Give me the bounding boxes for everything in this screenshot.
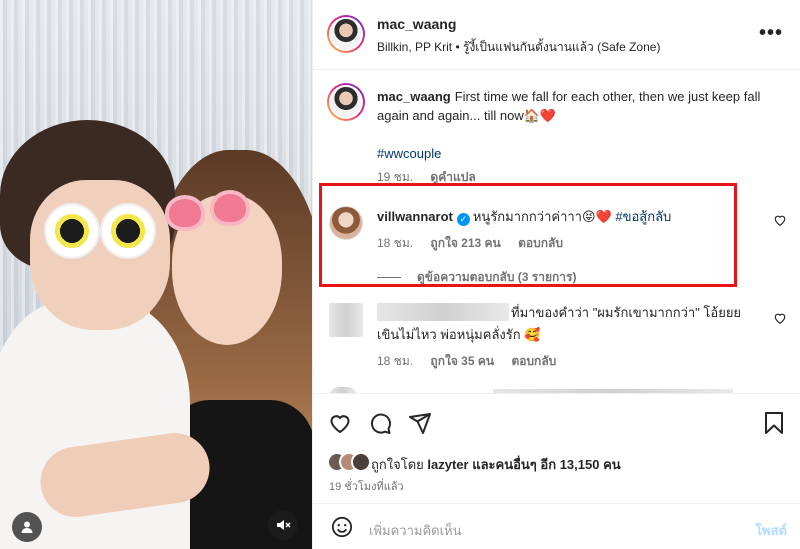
blurred-username bbox=[377, 303, 509, 321]
author-username[interactable]: mac_waang bbox=[377, 16, 456, 32]
daisy-glasses-left bbox=[46, 205, 98, 257]
comment-reply-button[interactable]: ตอบกลับ bbox=[511, 354, 556, 368]
paper-plane-icon bbox=[409, 413, 431, 434]
post-detail-panel: mac_waang Billkin, PP Krit • รู้งี้เป็นแ… bbox=[312, 0, 800, 549]
caption-avatar[interactable] bbox=[327, 83, 365, 121]
caption-hashtag[interactable]: #wwcouple bbox=[377, 144, 441, 163]
author-avatar[interactable] bbox=[327, 15, 365, 53]
comment-like-count[interactable]: ถูกใจ 35 คน bbox=[430, 354, 494, 368]
comment-text-line1: ที่มาของคำว่า "ผมรักเขามากกว่า" โอ้ยยย bbox=[511, 305, 742, 320]
mute-button[interactable] bbox=[268, 510, 298, 540]
user-tag-icon bbox=[21, 521, 33, 533]
post-header: mac_waang Billkin, PP Krit • รู้งี้เป็นแ… bbox=[313, 0, 800, 70]
liker-avatar[interactable] bbox=[351, 452, 371, 472]
comment-meta: 18 ชม. ถูกใจ 35 คน ตอบกลับ bbox=[377, 352, 570, 371]
muted-speaker-icon bbox=[277, 520, 291, 530]
heart-glasses-left bbox=[165, 195, 205, 231]
heart-glasses-right bbox=[210, 190, 250, 226]
caption-text-block: mac_waang First time we fall for each oth… bbox=[377, 87, 777, 125]
heart-icon bbox=[330, 415, 350, 434]
caption-username[interactable]: mac_waang bbox=[377, 89, 451, 104]
see-translation-link[interactable]: ดูคำแปล bbox=[430, 170, 475, 184]
man-face bbox=[30, 180, 170, 330]
liked-by-prefix: ถูกใจโดย bbox=[371, 457, 424, 472]
liked-by-summary: ถูกใจโดย lazyter และคนอื่นๆ อีก 13,150 ค… bbox=[371, 454, 621, 475]
comment-text-line2: เขินไม่ไหว พ่อหนุ่มคลั่งรัก 🥰 bbox=[377, 327, 541, 342]
audio-info[interactable]: Billkin, PP Krit • รู้งี้เป็นแฟนกันตั้งน… bbox=[377, 38, 660, 57]
liked-by-user[interactable]: lazyter bbox=[427, 457, 468, 472]
post-comment-button[interactable]: โพสต์ bbox=[755, 520, 787, 541]
save-button[interactable] bbox=[761, 410, 787, 436]
comment-input[interactable]: เพิ่มความคิดเห็น bbox=[369, 520, 462, 541]
comment-heart-icon[interactable] bbox=[773, 213, 787, 227]
daisy-glasses-right bbox=[102, 205, 154, 257]
post-timestamp[interactable]: 19 ชั่วโมงที่แล้ว bbox=[329, 477, 404, 495]
bookmark-icon bbox=[765, 412, 783, 434]
post-photo[interactable] bbox=[0, 0, 312, 549]
comments-list[interactable]: mac_waang First time we fall for each oth… bbox=[313, 71, 800, 393]
comment-bubble-icon bbox=[371, 413, 391, 434]
add-comment-bar: เพิ่มความคิดเห็น โพสต์ bbox=[313, 503, 800, 549]
comment-time: 18 ชม. bbox=[377, 354, 414, 368]
comment-button[interactable] bbox=[367, 410, 393, 436]
blurred-avatar bbox=[329, 303, 363, 337]
user-tag-button[interactable] bbox=[12, 512, 42, 542]
post-actions: ถูกใจโดย lazyter และคนอื่นๆ อีก 13,150 ค… bbox=[313, 393, 800, 503]
more-options-button[interactable]: ••• bbox=[759, 22, 783, 45]
liked-by-others[interactable]: และคนอื่นๆ อีก 13,150 คน bbox=[472, 457, 620, 472]
emoji-icon[interactable] bbox=[331, 516, 353, 538]
caption-time: 19 ชม. bbox=[377, 170, 414, 184]
like-button[interactable] bbox=[327, 410, 353, 436]
highlight-box bbox=[319, 183, 737, 287]
comment-heart-icon[interactable] bbox=[773, 311, 787, 325]
share-button[interactable] bbox=[407, 410, 433, 436]
